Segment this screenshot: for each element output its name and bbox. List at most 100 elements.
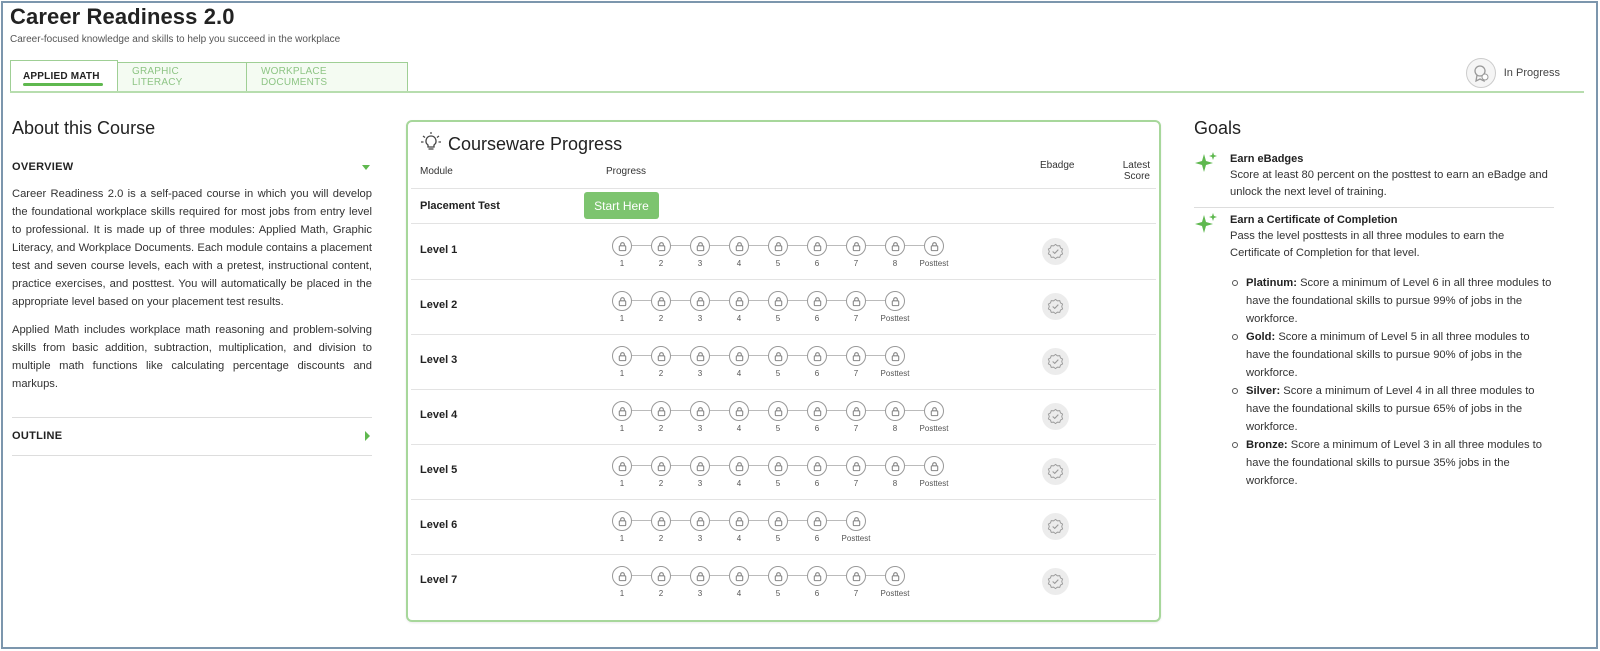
lock-icon[interactable] [846, 456, 866, 476]
lock-icon[interactable] [807, 291, 827, 311]
step-connector [671, 575, 690, 576]
lock-icon[interactable] [690, 291, 710, 311]
lock-icon[interactable] [885, 566, 905, 586]
step-label: Posttest [880, 314, 910, 323]
lock-icon[interactable] [768, 236, 788, 256]
step-label: 1 [619, 589, 625, 598]
row-divider [411, 554, 1156, 555]
step-label: 2 [658, 424, 664, 433]
sparkle-icon [1194, 151, 1218, 180]
lock-icon[interactable] [807, 236, 827, 256]
lock-icon[interactable] [768, 456, 788, 476]
lock-icon[interactable] [846, 511, 866, 531]
step-label: Posttest [919, 479, 949, 488]
divider [12, 417, 372, 418]
lock-icon[interactable] [651, 511, 671, 531]
step-label: 5 [775, 424, 781, 433]
lock-icon[interactable] [651, 401, 671, 421]
lock-icon[interactable] [729, 566, 749, 586]
lock-icon[interactable] [690, 346, 710, 366]
lock-icon[interactable] [651, 291, 671, 311]
step-connector [749, 245, 768, 246]
lock-icon[interactable] [846, 401, 866, 421]
about-section: About this Course OVERVIEW Career Readin… [12, 118, 372, 456]
lock-icon[interactable] [768, 401, 788, 421]
lock-icon[interactable] [807, 511, 827, 531]
lock-icon[interactable] [807, 346, 827, 366]
lock-icon[interactable] [651, 346, 671, 366]
lock-icon[interactable] [846, 566, 866, 586]
step-label: 8 [892, 259, 898, 268]
lock-icon[interactable] [807, 401, 827, 421]
step-label: 6 [814, 314, 820, 323]
lock-icon[interactable] [729, 511, 749, 531]
step-connector [827, 355, 846, 356]
tab-applied-math[interactable]: APPLIED MATH [10, 60, 118, 92]
lock-icon[interactable] [690, 511, 710, 531]
chevron-right-icon [365, 431, 370, 441]
step-connector [788, 410, 807, 411]
lock-icon[interactable] [729, 401, 749, 421]
lock-icon[interactable] [612, 291, 632, 311]
lock-icon[interactable] [651, 236, 671, 256]
step-connector [905, 410, 924, 411]
lock-icon[interactable] [690, 401, 710, 421]
step-connector [827, 465, 846, 466]
step-connector [788, 465, 807, 466]
lock-icon[interactable] [768, 566, 788, 586]
step-connector [632, 575, 651, 576]
lock-icon[interactable] [612, 566, 632, 586]
step-label: 3 [697, 424, 703, 433]
tab-graphic-literacy[interactable]: GRAPHIC LITERACY [117, 62, 247, 92]
lock-icon[interactable] [768, 346, 788, 366]
lock-icon[interactable] [612, 456, 632, 476]
lock-icon[interactable] [846, 236, 866, 256]
lock-icon[interactable] [612, 401, 632, 421]
lock-icon[interactable] [885, 346, 905, 366]
level-label: Level 7 [420, 574, 458, 586]
lock-icon[interactable] [885, 456, 905, 476]
step-connector [671, 465, 690, 466]
lock-icon[interactable] [846, 291, 866, 311]
lock-icon[interactable] [924, 456, 944, 476]
lock-icon[interactable] [729, 346, 749, 366]
overview-toggle[interactable]: OVERVIEW [12, 161, 372, 173]
lock-icon[interactable] [846, 346, 866, 366]
lock-icon[interactable] [729, 456, 749, 476]
row-divider [411, 334, 1156, 335]
ebadge-icon [1042, 348, 1069, 375]
lock-icon[interactable] [651, 566, 671, 586]
lock-icon[interactable] [768, 291, 788, 311]
step-label: 3 [697, 259, 703, 268]
step-connector [710, 355, 729, 356]
outline-toggle[interactable]: OUTLINE [12, 430, 372, 442]
lock-icon[interactable] [885, 401, 905, 421]
level-label: Level 5 [420, 464, 458, 476]
start-here-button[interactable]: Start Here [584, 192, 659, 219]
lock-icon[interactable] [612, 236, 632, 256]
lock-icon[interactable] [729, 291, 749, 311]
step-connector [866, 355, 885, 356]
step-connector [671, 355, 690, 356]
lock-icon[interactable] [612, 346, 632, 366]
lock-icon[interactable] [768, 511, 788, 531]
step-label: 4 [736, 589, 742, 598]
lock-icon[interactable] [729, 236, 749, 256]
step-label: 6 [814, 369, 820, 378]
lock-icon[interactable] [924, 236, 944, 256]
lock-icon[interactable] [612, 511, 632, 531]
lock-icon[interactable] [885, 236, 905, 256]
tab-workplace-documents[interactable]: WORKPLACE DOCUMENTS [246, 62, 408, 92]
step-label: 8 [892, 424, 898, 433]
lock-icon[interactable] [651, 456, 671, 476]
level-steps: 1 2 3 4 5 6 7 Posttest [612, 566, 924, 606]
lock-icon[interactable] [690, 566, 710, 586]
lock-icon[interactable] [807, 456, 827, 476]
step-label: 7 [853, 369, 859, 378]
step-connector [710, 300, 729, 301]
lock-icon[interactable] [690, 236, 710, 256]
lock-icon[interactable] [807, 566, 827, 586]
lock-icon[interactable] [885, 291, 905, 311]
lock-icon[interactable] [690, 456, 710, 476]
lock-icon[interactable] [924, 401, 944, 421]
